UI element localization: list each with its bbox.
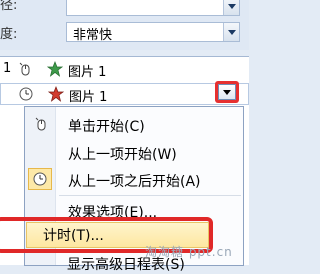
mouse-click-icon	[35, 117, 46, 131]
animation-name: 图片 1	[69, 90, 108, 105]
menu-separator	[59, 195, 241, 196]
menu-item-on-click[interactable]: 单击开始(C)	[25, 112, 243, 136]
animation-row-2[interactable]: 图片 1	[0, 83, 249, 105]
exit-effect-star-icon	[48, 86, 64, 102]
speed-dropdown[interactable]: 非常快	[66, 22, 240, 43]
menu-item-with-previous[interactable]: 从上一项开始(W)	[25, 140, 243, 164]
clock-icon	[33, 172, 47, 186]
entrance-effect-star-icon	[47, 61, 63, 77]
menu-item-after-previous[interactable]: 从上一项之后开始(A)	[25, 167, 243, 191]
menu-label: 单击开始(C)	[68, 119, 145, 135]
chevron-down-icon[interactable]	[223, 0, 239, 15]
animation-number: 1	[3, 61, 12, 76]
property-label-path: 径:	[0, 0, 18, 13]
properties-panel: 径: 度: 非常快	[0, 0, 249, 50]
menu-label: 从上一项之后开始(A)	[68, 174, 201, 190]
watermark: 淘淘糖 ppt.cn	[145, 245, 233, 259]
animation-dropdown-button[interactable]	[215, 81, 239, 103]
speed-value: 非常快	[73, 28, 113, 43]
animation-row-1[interactable]: 1 图片 1	[0, 59, 249, 80]
clock-icon	[19, 87, 33, 101]
chevron-down-icon[interactable]	[223, 23, 239, 41]
path-dropdown[interactable]	[66, 0, 240, 16]
chevron-down-icon[interactable]	[218, 84, 236, 100]
mouse-click-icon	[19, 62, 30, 76]
property-label-speed: 度:	[0, 27, 18, 42]
menu-label: 从上一项开始(W)	[68, 147, 177, 163]
animation-name: 图片 1	[68, 65, 107, 80]
